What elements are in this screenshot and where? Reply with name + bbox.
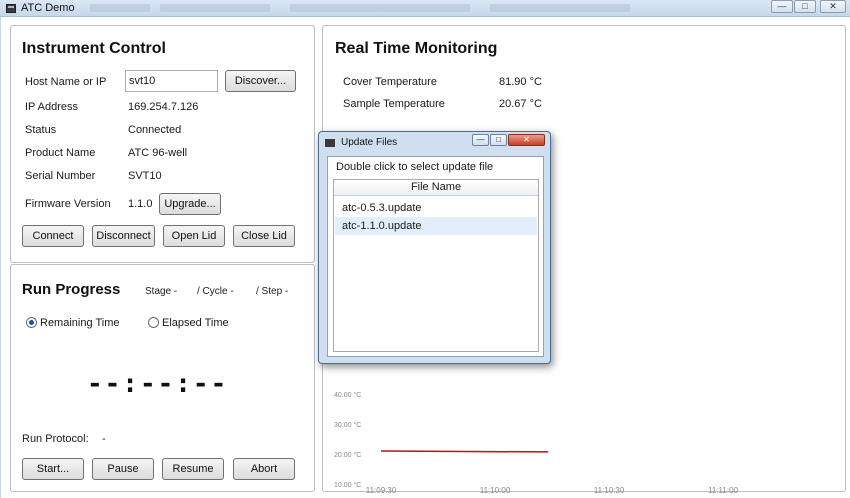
- remaining-time-radio[interactable]: [26, 317, 37, 328]
- start-button[interactable]: Start...: [22, 458, 84, 480]
- dialog-close-button[interactable]: ✕: [508, 134, 545, 146]
- update-files-dialog: Update Files — □ ✕ Double click to selec…: [318, 131, 551, 364]
- disconnect-button[interactable]: Disconnect: [92, 225, 155, 247]
- sample-temp-label: Sample Temperature: [343, 98, 445, 110]
- y-tick-label: 20.00 °C: [334, 451, 361, 459]
- stage-indicator: Stage -: [145, 286, 178, 297]
- update-file-list[interactable]: File Name atc-0.5.3.update atc-1.1.0.upd…: [333, 179, 539, 352]
- x-tick-label: 11:09:30: [366, 486, 397, 495]
- close-lid-button[interactable]: Close Lid: [233, 225, 295, 247]
- resume-button[interactable]: Resume: [162, 458, 224, 480]
- dialog-app-icon: [325, 139, 335, 147]
- run-progress-title: Run Progress: [22, 281, 121, 298]
- cover-temp-value: 81.90 °C: [499, 76, 542, 88]
- discover-button[interactable]: Discover...: [225, 70, 296, 92]
- close-button[interactable]: ✕: [820, 0, 846, 13]
- cycle-indicator: / Cycle -: [197, 286, 234, 297]
- ip-label: IP Address: [25, 101, 78, 113]
- status-label: Status: [25, 124, 57, 136]
- app-icon: [6, 4, 16, 13]
- elapsed-time-label[interactable]: Elapsed Time: [162, 317, 229, 329]
- sample-temperature-line: [380, 450, 549, 453]
- y-tick-label: 30.00 °C: [334, 421, 361, 429]
- run-protocol-label: Run Protocol:: [22, 433, 89, 445]
- y-tick-label: 10.00 °C: [334, 481, 361, 489]
- abort-button[interactable]: Abort: [233, 458, 295, 480]
- monitoring-title: Real Time Monitoring: [335, 40, 498, 57]
- sample-temp-value: 20.67 °C: [499, 98, 542, 110]
- product-label: Product Name: [25, 147, 96, 159]
- elapsed-time-radio[interactable]: [148, 317, 159, 328]
- dialog-instruction: Double click to select update file: [336, 161, 494, 173]
- ip-value: 169.254.7.126: [128, 101, 199, 113]
- host-input[interactable]: svt10: [125, 70, 218, 92]
- serial-label: Serial Number: [25, 170, 96, 182]
- minimize-button[interactable]: —: [771, 0, 793, 13]
- blurred-title-content: [290, 4, 470, 12]
- blurred-title-content: [490, 4, 630, 12]
- host-label: Host Name or IP: [25, 76, 107, 88]
- dialog-body: Double click to select update file File …: [327, 156, 544, 357]
- connect-button[interactable]: Connect: [22, 225, 84, 247]
- instrument-control-title: Instrument Control: [22, 40, 166, 57]
- time-display: --:--:--: [87, 369, 229, 399]
- maximize-button[interactable]: □: [794, 0, 816, 13]
- x-tick-label: 11:11:00: [708, 486, 739, 495]
- run-progress-panel: Run Progress Stage - / Cycle - / Step - …: [10, 264, 315, 492]
- temperature-chart: 40.00 °C 30.00 °C 20.00 °C 10.00 °C 11:09:3…: [334, 391, 739, 495]
- pause-button[interactable]: Pause: [92, 458, 154, 480]
- list-item[interactable]: atc-0.5.3.update: [335, 199, 537, 217]
- step-indicator: / Step -: [256, 286, 289, 297]
- x-tick-label: 11:10:30: [594, 486, 625, 495]
- window-title: ATC Demo: [21, 2, 75, 14]
- blurred-title-content: [90, 4, 150, 12]
- dialog-maximize-button[interactable]: □: [490, 134, 507, 146]
- remaining-time-label[interactable]: Remaining Time: [40, 317, 119, 329]
- x-tick-label: 11:10:00: [480, 486, 511, 495]
- product-value: ATC 96-well: [128, 147, 188, 159]
- blurred-title-content: [160, 4, 270, 12]
- open-lid-button[interactable]: Open Lid: [163, 225, 225, 247]
- firmware-value: 1.1.0: [128, 198, 153, 210]
- instrument-control-panel: Instrument Control Host Name or IP svt10…: [10, 25, 315, 263]
- dialog-title: Update Files: [341, 137, 398, 148]
- run-protocol-value: -: [102, 433, 106, 445]
- status-value: Connected: [128, 124, 182, 136]
- list-item[interactable]: atc-1.1.0.update: [335, 217, 537, 235]
- file-name-column-header[interactable]: File Name: [334, 180, 538, 196]
- serial-value: SVT10: [128, 170, 162, 182]
- dialog-minimize-button[interactable]: —: [472, 134, 489, 146]
- upgrade-button[interactable]: Upgrade...: [159, 193, 221, 215]
- y-tick-label: 40.00 °C: [334, 391, 361, 399]
- firmware-label: Firmware Version: [25, 198, 111, 210]
- cover-temp-label: Cover Temperature: [343, 76, 437, 88]
- title-bar: ATC Demo — □ ✕: [0, 0, 850, 17]
